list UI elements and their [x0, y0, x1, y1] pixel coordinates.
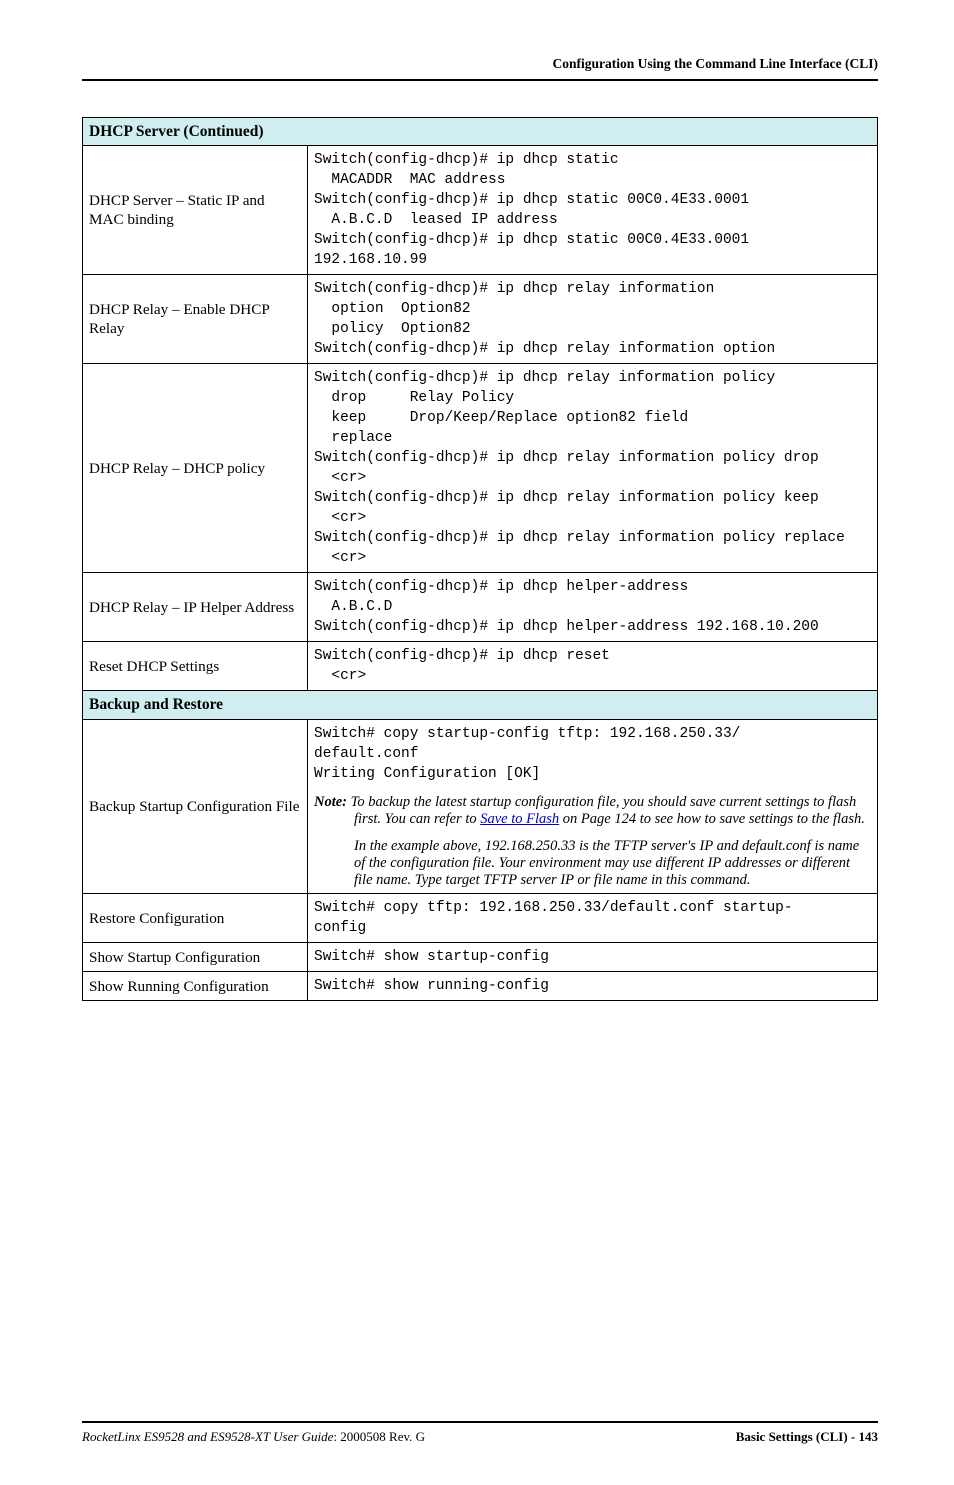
row-code: Switch(config-dhcp)# ip dhcp helper-addr… [308, 573, 878, 642]
table-row: DHCP Relay – IP Helper Address Switch(co… [83, 573, 878, 642]
row-label: Reset DHCP Settings [83, 642, 308, 691]
row-label: Show Running Configuration [83, 972, 308, 1001]
cli-reference-table: DHCP Server (Continued) DHCP Server – St… [82, 117, 878, 1001]
note-paragraph: Note: To backup the latest startup confi… [314, 794, 871, 828]
table-row: DHCP Server – Static IP and MAC binding … [83, 146, 878, 275]
row-code: Switch(config-dhcp)# ip dhcp relay infor… [308, 364, 878, 573]
section-dhcp-header: DHCP Server (Continued) [83, 117, 878, 145]
row-label: DHCP Relay – Enable DHCP Relay [83, 275, 308, 364]
row-code: Switch# copy tftp: 192.168.250.33/defaul… [308, 894, 878, 943]
table-row: DHCP Relay – Enable DHCP Relay Switch(co… [83, 275, 878, 364]
row-code: Switch(config-dhcp)# ip dhcp static MACA… [308, 146, 878, 275]
table-row: Show Running Configuration Switch# show … [83, 972, 878, 1001]
section-backup-header: Backup and Restore [83, 691, 878, 719]
table-row: DHCP Relay – DHCP policy Switch(config-d… [83, 364, 878, 573]
footer-rev: : 2000508 Rev. G [333, 1429, 425, 1444]
row-code: Switch(config-dhcp)# ip dhcp relay infor… [308, 275, 878, 364]
row-code: Switch# show startup-config [308, 943, 878, 972]
row-label: DHCP Relay – DHCP policy [83, 364, 308, 573]
row-code: Switch# show running-config [308, 972, 878, 1001]
page-footer: RocketLinx ES9528 and ES9528-XT User Gui… [82, 1421, 878, 1445]
row-label: Backup Startup Configuration File [83, 719, 308, 894]
row-label: Show Startup Configuration [83, 943, 308, 972]
row-code: Switch(config-dhcp)# ip dhcp reset <cr> [308, 642, 878, 691]
note-text-b: on Page 124 to see how to save settings … [559, 811, 865, 827]
row-code: Switch# copy startup-config tftp: 192.16… [308, 719, 878, 894]
footer-right-page: Basic Settings (CLI) - 143 [736, 1429, 878, 1445]
row-label: DHCP Server – Static IP and MAC binding [83, 146, 308, 275]
table-row: Restore Configuration Switch# copy tftp:… [83, 894, 878, 943]
note-paragraph-2: In the example above, 192.168.250.33 is … [314, 838, 871, 889]
save-to-flash-link[interactable]: Save to Flash [480, 811, 559, 827]
row-label: Restore Configuration [83, 894, 308, 943]
page-header: Configuration Using the Command Line Int… [82, 56, 878, 81]
footer-left: RocketLinx ES9528 and ES9528-XT User Gui… [82, 1429, 425, 1445]
row-label: DHCP Relay – IP Helper Address [83, 573, 308, 642]
code-text: Switch# copy startup-config tftp: 192.16… [314, 726, 740, 782]
table-row: Backup Startup Configuration File Switch… [83, 719, 878, 894]
table-row: Reset DHCP Settings Switch(config-dhcp)#… [83, 642, 878, 691]
footer-guide-title: RocketLinx ES9528 and ES9528-XT User Gui… [82, 1429, 333, 1444]
note-label: Note: [314, 794, 347, 810]
table-row: Show Startup Configuration Switch# show … [83, 943, 878, 972]
